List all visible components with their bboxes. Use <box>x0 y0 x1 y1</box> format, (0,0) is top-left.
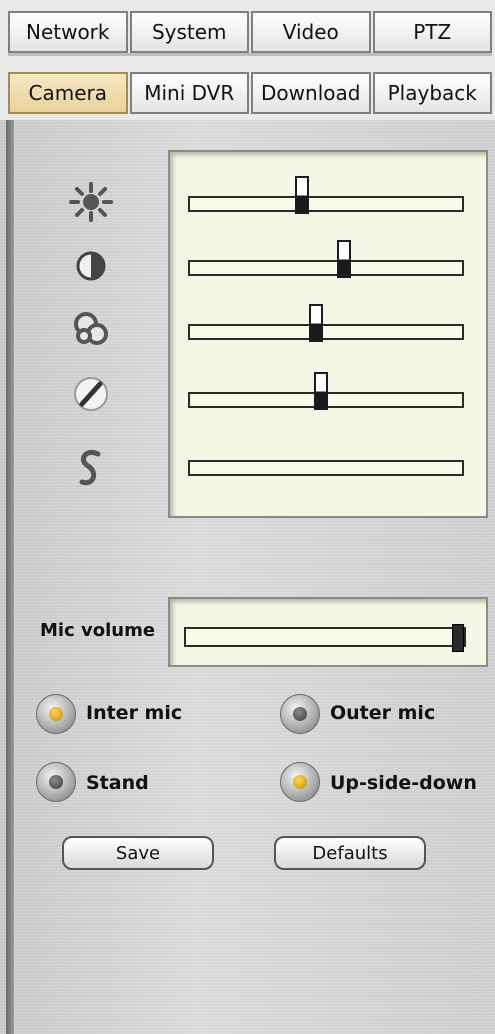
tab-ptz[interactable]: PTZ <box>372 11 492 53</box>
contrast-slider-thumb[interactable] <box>337 240 352 278</box>
tab-row-1: Network System Video PTZ <box>8 11 492 53</box>
tab-download[interactable]: Download <box>251 72 371 114</box>
saturation-icon <box>74 312 108 345</box>
image-adjust-panel <box>168 150 488 518</box>
mic-volume-panel <box>168 597 488 667</box>
save-button[interactable]: Save <box>62 836 214 870</box>
tab-video[interactable]: Video <box>251 11 371 53</box>
tab-mini-dvr[interactable]: Mini DVR <box>129 72 249 114</box>
saturation-slider[interactable] <box>188 324 464 340</box>
outer-mic-label: Outer mic <box>330 702 436 724</box>
inter-mic-label: Inter mic <box>86 702 183 724</box>
inter-mic-radio[interactable] <box>36 694 76 734</box>
up-side-down-radio[interactable] <box>280 762 320 802</box>
sharpness-slider-thumb[interactable] <box>313 372 328 410</box>
mic-volume-label: Mic volume <box>40 620 156 641</box>
tab-row-2: Camera Mini DVR Download Playback <box>8 72 492 114</box>
mic-volume-slider[interactable] <box>184 624 466 652</box>
saturation-slider-thumb[interactable] <box>308 304 323 342</box>
hue-slider[interactable] <box>188 460 464 476</box>
radio-dot <box>293 707 307 721</box>
defaults-button[interactable]: Defaults <box>274 836 426 870</box>
brightness-slider-thumb[interactable] <box>295 176 310 214</box>
tab-camera[interactable]: Camera <box>8 72 128 114</box>
tab-playback[interactable]: Playback <box>372 72 492 114</box>
contrast-slider[interactable] <box>188 260 464 276</box>
radio-dot <box>49 775 63 789</box>
mic-volume-thumb[interactable] <box>452 624 464 652</box>
stand-label: Stand <box>86 772 149 794</box>
stand-radio[interactable] <box>36 762 76 802</box>
outer-mic-radio[interactable] <box>280 694 320 734</box>
tab-divider <box>8 53 492 56</box>
brightness-slider[interactable] <box>188 196 464 212</box>
radio-dot <box>293 775 307 789</box>
sharpness-icon <box>74 377 108 411</box>
panel-left-edge <box>6 120 14 1034</box>
contrast-icon <box>76 251 106 281</box>
up-side-down-label: Up-side-down <box>330 772 477 794</box>
tab-network[interactable]: Network <box>8 11 128 53</box>
hue-icon <box>79 450 101 486</box>
tab-system[interactable]: System <box>129 11 249 53</box>
radio-dot <box>49 707 63 721</box>
brightness-icon <box>69 182 113 222</box>
